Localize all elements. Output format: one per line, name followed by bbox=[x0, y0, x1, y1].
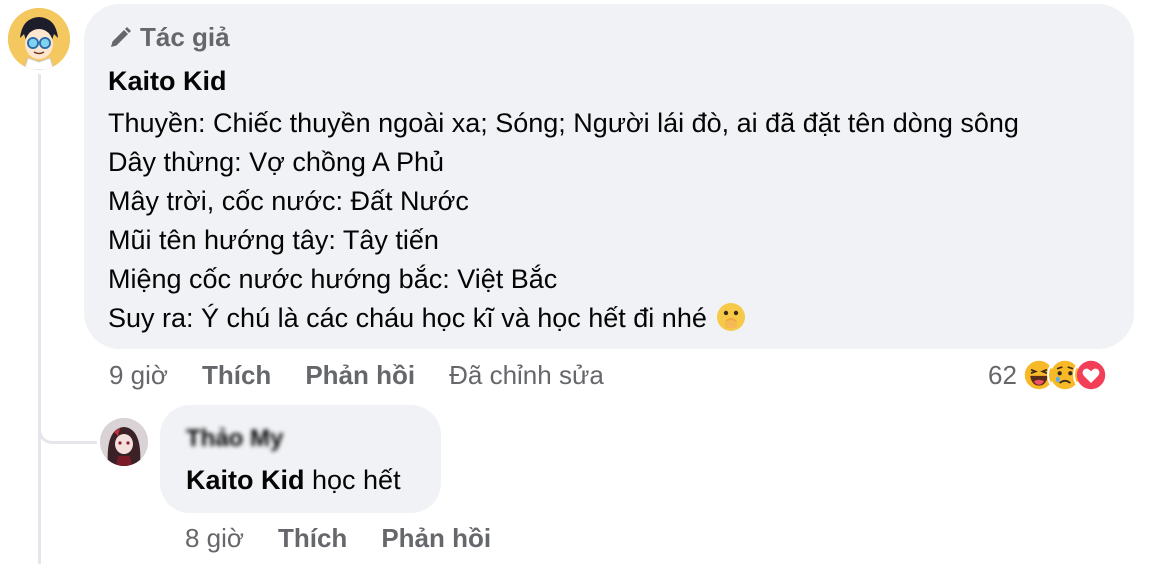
like-button[interactable]: Thích bbox=[202, 360, 271, 391]
thread-connector-elbow bbox=[38, 405, 97, 444]
avatar-illustration-icon bbox=[100, 418, 148, 466]
avatar-illustration-icon bbox=[8, 8, 70, 70]
reply-author-name[interactable]: Thảo My bbox=[186, 425, 283, 453]
comment-line: Thuyền: Chiếc thuyền ngoài xa; Sóng; Ngư… bbox=[108, 108, 1019, 138]
comment-line: Dây thừng: Vợ chồng A Phủ bbox=[108, 147, 444, 177]
comment-line: Mây trời, cốc nước: Đất Nước bbox=[108, 186, 469, 216]
edited-label[interactable]: Đã chỉnh sửa bbox=[449, 360, 604, 391]
author-badge: Tác giả bbox=[108, 22, 230, 53]
reply-body-text: học hết bbox=[304, 465, 401, 495]
reaction-summary[interactable]: 62 bbox=[988, 356, 1109, 394]
comment-line-text: Suy ra: Ý chú là các cháu học kĩ và học … bbox=[108, 303, 707, 333]
reply-avatar[interactable] bbox=[100, 418, 148, 466]
reaction-count: 62 bbox=[988, 359, 1017, 390]
comment-body: Thuyền: Chiếc thuyền ngoài xa; Sóng; Ngư… bbox=[108, 104, 1019, 338]
reply-reply-button[interactable]: Phản hồi bbox=[381, 523, 491, 554]
love-icon bbox=[1072, 357, 1109, 393]
comment-bubble: Tác giả Kaito Kid Thuyền: Chiếc thuyền n… bbox=[84, 4, 1134, 349]
comment-thread: Tác giả Kaito Kid Thuyền: Chiếc thuyền n… bbox=[0, 0, 1166, 564]
comment-line: Miệng cốc nước hướng bắc: Việt Bắc bbox=[108, 264, 558, 294]
reply-actions: 8 giờ Thích Phản hồi bbox=[185, 523, 525, 554]
reply-timestamp[interactable]: 8 giờ bbox=[185, 523, 244, 554]
mention-link[interactable]: Kaito Kid bbox=[186, 465, 305, 495]
reply-like-button[interactable]: Thích bbox=[278, 523, 347, 554]
comment-line-last: Suy ra: Ý chú là các cháu học kĩ và học … bbox=[108, 299, 1019, 338]
commenter-name[interactable]: Kaito Kid bbox=[108, 66, 227, 97]
thread-connector-line bbox=[38, 74, 41, 564]
avatar[interactable] bbox=[8, 8, 70, 70]
face-with-open-eyes-and-hand-over-mouth-icon bbox=[716, 303, 745, 331]
reply-body: Kaito Kid học hết bbox=[186, 465, 401, 496]
comment-actions: 9 giờ Thích Phản hồi Đã chỉnh sửa bbox=[109, 360, 604, 391]
reply-bubble: Thảo My Kaito Kid học hết bbox=[160, 405, 441, 513]
comment-timestamp[interactable]: 9 giờ bbox=[109, 360, 168, 391]
comment-line: Mũi tên hướng tây: Tây tiến bbox=[108, 225, 439, 255]
pencil-icon bbox=[111, 26, 131, 47]
reply-button[interactable]: Phản hồi bbox=[305, 360, 415, 391]
author-badge-label: Tác giả bbox=[140, 22, 230, 52]
